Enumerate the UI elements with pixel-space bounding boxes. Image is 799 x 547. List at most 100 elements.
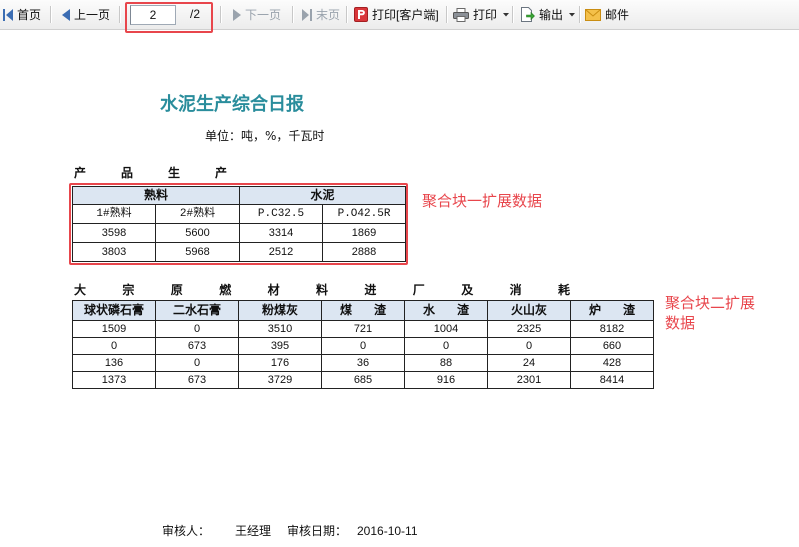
column-group-header: 熟料	[71, 186, 241, 205]
table-cell: 5968	[154, 242, 241, 262]
mail-icon	[585, 8, 601, 21]
table-cell: 0	[404, 337, 488, 355]
toolbar-separator	[579, 6, 580, 23]
toolbar-separator	[446, 6, 447, 23]
print-client-label: 打印[客户端]	[372, 8, 439, 22]
print-label: 打印	[473, 8, 498, 22]
toolbar-separator	[512, 6, 513, 23]
column-header: 二水石膏	[155, 300, 239, 321]
column-header: 煤 渣	[321, 300, 405, 321]
table-cell: 136	[72, 354, 156, 372]
pdf-print-icon	[354, 7, 368, 22]
table-cell: 0	[155, 354, 239, 372]
table-row: 3803 5968 2512 2888	[72, 242, 407, 262]
table-cell: 3510	[238, 320, 322, 338]
table-cell: 428	[570, 354, 654, 372]
report-toolbar: 首页 上一页 /2 下一页 末页 打印[客户端] 打印 输出 邮件	[0, 0, 799, 30]
table-cell: 24	[487, 354, 571, 372]
annotation-block2: 聚合块二扩展数据	[665, 294, 756, 332]
printer-icon	[453, 7, 469, 22]
table-cell: 721	[321, 320, 405, 338]
column-header: 粉煤灰	[238, 300, 322, 321]
table-cell: 3803	[72, 242, 156, 262]
table-cell: 0	[72, 337, 156, 355]
first-page-label: 首页	[17, 8, 42, 22]
table-cell: 1869	[322, 223, 407, 243]
toolbar-separator	[346, 6, 347, 23]
mail-label: 邮件	[605, 8, 630, 22]
product-table: 熟料 水泥 1#熟料 2#熟料 P.C32.5 P.O42.5R 3598 5600 3314 1…	[71, 186, 407, 262]
toolbar-separator	[50, 6, 51, 23]
table-cell: 3729	[238, 371, 322, 389]
table-row: 1#熟料 2#熟料 P.C32.5 P.O42.5R	[72, 204, 407, 224]
next-page-label: 下一页	[245, 8, 282, 22]
table-row: 136 0 176 36 88 24 428	[72, 354, 654, 372]
last-page-icon	[302, 8, 312, 21]
toolbar-separator	[292, 6, 293, 23]
column-header: P.C32.5	[239, 204, 324, 224]
prev-page-icon	[62, 8, 70, 21]
table-cell: 3314	[239, 223, 324, 243]
print-dropdown-button[interactable]: 打印	[453, 0, 510, 29]
first-page-icon	[3, 8, 13, 21]
table-cell: 8414	[570, 371, 654, 389]
table-cell: 0	[321, 337, 405, 355]
table-cell: 2888	[322, 242, 407, 262]
next-page-button[interactable]: 下一页	[233, 0, 281, 29]
prev-page-label: 上一页	[74, 8, 111, 22]
review-date: 2016-10-11	[357, 524, 418, 538]
export-icon	[521, 7, 535, 22]
table-cell: 8182	[570, 320, 654, 338]
toolbar-separator	[220, 6, 221, 23]
table-row: 3598 5600 3314 1869	[72, 223, 407, 243]
table-cell: 5600	[154, 223, 241, 243]
page-total: /2	[190, 7, 201, 21]
column-header: 火山灰	[487, 300, 571, 321]
table-cell: 3598	[72, 223, 156, 243]
table-row: 球状磷石膏 二水石膏 粉煤灰煤 渣水 渣火山灰炉 渣	[72, 300, 654, 321]
export-dropdown-button[interactable]: 输出	[520, 0, 576, 29]
materials-table: 球状磷石膏 二水石膏 粉煤灰煤 渣水 渣火山灰炉 渣 1509 0 3510 721 1004…	[72, 300, 654, 389]
page-number-input[interactable]	[130, 5, 176, 25]
table-cell: 0	[487, 337, 571, 355]
table-cell: 0	[155, 320, 239, 338]
column-header: 2#熟料	[154, 204, 241, 224]
column-header: P.O42.5R	[322, 204, 407, 224]
table-cell: 1509	[72, 320, 156, 338]
column-header: 1#熟料	[72, 204, 156, 224]
table-cell: 660	[570, 337, 654, 355]
table-cell: 1373	[72, 371, 156, 389]
section-title-materials: 大宗原燃材料进厂及消耗	[74, 283, 607, 297]
table-cell: 1004	[404, 320, 488, 338]
table-cell: 673	[155, 371, 239, 389]
column-header: 炉 渣	[570, 300, 654, 321]
last-page-button[interactable]: 末页	[302, 0, 340, 29]
table-cell: 176	[238, 354, 322, 372]
annotation-block1: 聚合块一扩展数据	[422, 192, 543, 210]
chevron-down-icon	[503, 12, 510, 16]
table-cell: 2512	[239, 242, 324, 262]
reviewer-label: 审核人：	[162, 524, 211, 538]
table-row: 0 673 395 0 0 0 660	[72, 337, 654, 355]
section-title-product: 产品生产	[74, 166, 263, 180]
prev-page-button[interactable]: 上一页	[62, 0, 110, 29]
table-cell: 395	[238, 337, 322, 355]
report-title: 水泥生产综合日报	[160, 94, 304, 115]
toolbar-separator	[119, 6, 120, 23]
first-page-button[interactable]: 首页	[3, 0, 41, 29]
column-group-header: 水泥	[239, 186, 407, 205]
print-client-button[interactable]: 打印[客户端]	[354, 0, 439, 29]
table-cell: 36	[321, 354, 405, 372]
table-cell: 685	[321, 371, 405, 389]
table-cell: 2325	[487, 320, 571, 338]
export-label: 输出	[539, 8, 564, 22]
table-row: 1373 673 3729 685 916 2301 8414	[72, 371, 654, 389]
table-cell: 673	[155, 337, 239, 355]
column-header: 球状磷石膏	[72, 300, 156, 321]
next-page-icon	[233, 8, 241, 21]
mail-button[interactable]: 邮件	[585, 0, 629, 29]
last-page-label: 末页	[316, 8, 341, 22]
table-cell: 88	[404, 354, 488, 372]
report-unit: 单位：吨，%，千瓦时	[205, 129, 325, 143]
column-header: 水 渣	[404, 300, 488, 321]
